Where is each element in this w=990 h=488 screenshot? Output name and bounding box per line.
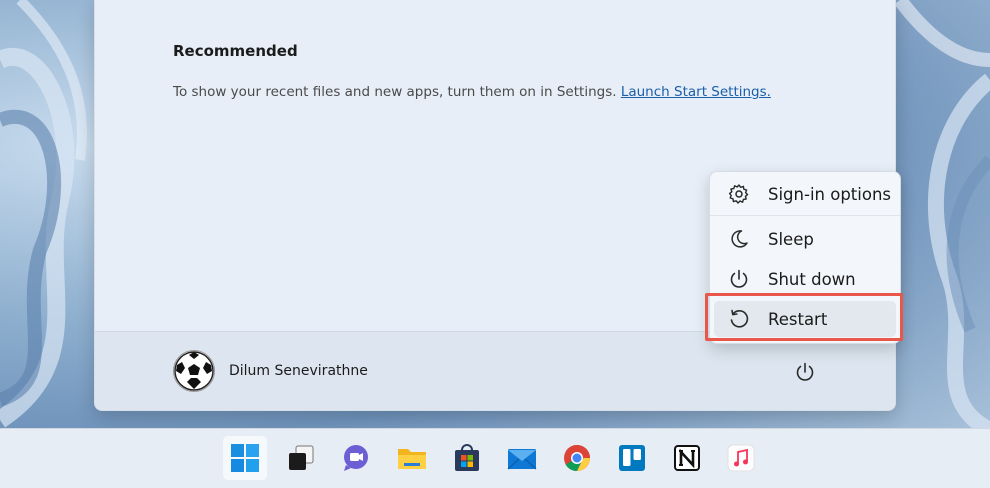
menu-item-label: Restart bbox=[768, 309, 828, 329]
task-view-icon[interactable] bbox=[279, 436, 323, 480]
power-icon bbox=[728, 268, 750, 290]
launch-start-settings-link[interactable]: Launch Start Settings. bbox=[621, 84, 771, 100]
trello-icon[interactable] bbox=[610, 436, 654, 480]
file-explorer-icon[interactable] bbox=[390, 436, 434, 480]
avatar[interactable] bbox=[173, 350, 215, 392]
notion-icon[interactable] bbox=[665, 436, 709, 480]
itunes-icon[interactable] bbox=[719, 436, 763, 480]
user-name[interactable]: Dilum Senevirathne bbox=[229, 363, 368, 379]
mail-icon[interactable] bbox=[500, 436, 544, 480]
recommended-heading: Recommended bbox=[173, 42, 298, 60]
power-icon bbox=[796, 362, 814, 381]
menu-item-label: Sleep bbox=[768, 229, 814, 249]
menu-item-label: Shut down bbox=[768, 269, 856, 289]
chat-icon[interactable] bbox=[334, 436, 378, 480]
power-menu: Sign-in options Sleep Shut down Restart bbox=[709, 171, 901, 344]
menu-item-sign-in-options[interactable]: Sign-in options bbox=[714, 176, 896, 212]
chrome-icon[interactable] bbox=[555, 436, 599, 480]
recommended-message: To show your recent files and new apps, … bbox=[173, 84, 771, 100]
restart-icon bbox=[728, 308, 750, 330]
taskbar bbox=[0, 428, 990, 488]
microsoft-store-icon[interactable] bbox=[445, 436, 489, 480]
menu-divider bbox=[710, 215, 900, 216]
menu-item-label: Sign-in options bbox=[768, 184, 892, 204]
windows-start-icon[interactable] bbox=[223, 436, 267, 480]
menu-item-shut-down[interactable]: Shut down bbox=[714, 261, 896, 297]
moon-icon bbox=[728, 228, 750, 250]
gear-icon bbox=[728, 183, 750, 205]
power-button[interactable] bbox=[791, 358, 819, 386]
menu-item-restart[interactable]: Restart bbox=[714, 301, 896, 337]
menu-item-sleep[interactable]: Sleep bbox=[714, 221, 896, 257]
recommended-text: To show your recent files and new apps, … bbox=[173, 84, 617, 100]
